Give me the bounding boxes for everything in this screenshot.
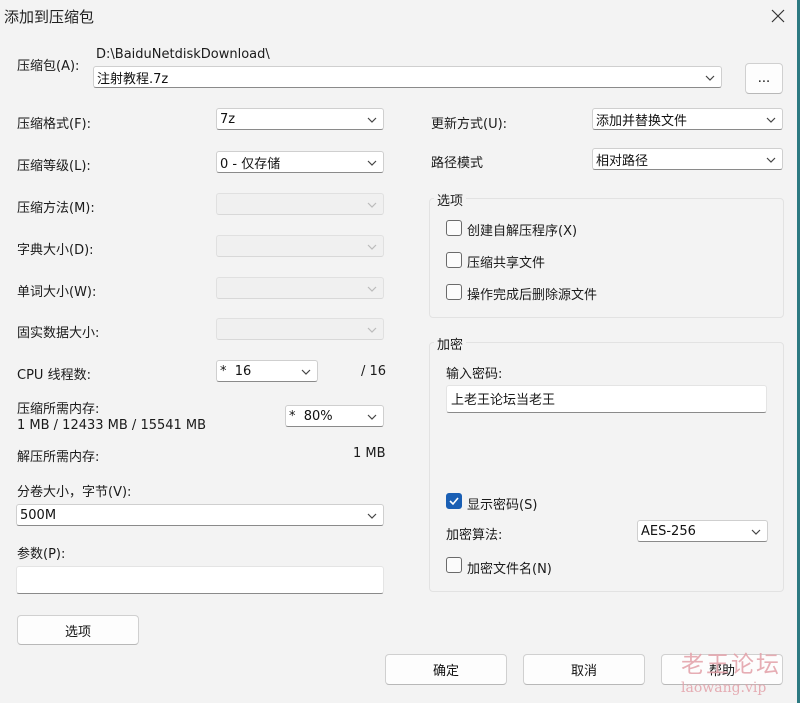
- chevron-down-icon: [766, 157, 776, 163]
- memory-detail: 1 MB / 12433 MB / 15541 MB: [17, 418, 207, 433]
- encryption-method-value: AES-256: [641, 523, 696, 539]
- watermark-url: laowang.vip: [681, 680, 767, 696]
- memory-combo[interactable]: * 80%: [285, 405, 384, 427]
- memory-label: 压缩所需内存:: [17, 402, 100, 417]
- level-label: 压缩等级(L):: [17, 159, 91, 174]
- chevron-down-icon: [367, 513, 377, 519]
- params-label: 参数(P):: [17, 547, 66, 562]
- volume-value: 500M: [20, 507, 57, 523]
- encryption-method-label: 加密算法:: [446, 528, 503, 543]
- path-mode-combo[interactable]: 相对路径: [592, 148, 783, 170]
- chevron-down-icon: [301, 369, 311, 375]
- options-group-title: 选项: [434, 190, 467, 209]
- chevron-down-icon: [367, 160, 377, 166]
- solid-combo: [216, 318, 384, 340]
- chevron-down-icon: [367, 117, 377, 123]
- volume-combo[interactable]: 500M: [16, 504, 384, 526]
- path-mode-value: 相对路径: [596, 153, 649, 169]
- shared-label[interactable]: 压缩共享文件: [467, 252, 545, 271]
- cpu-threads-combo[interactable]: * 16: [216, 360, 318, 382]
- options-button[interactable]: 选项: [17, 615, 139, 645]
- show-password-checkbox[interactable]: [446, 493, 462, 509]
- params-input[interactable]: [16, 566, 384, 594]
- cpu-threads-value: * 16: [220, 363, 252, 379]
- shared-checkbox[interactable]: [446, 252, 462, 268]
- cancel-button[interactable]: 取消: [523, 654, 645, 685]
- ok-button[interactable]: 确定: [385, 654, 507, 685]
- encryption-method-combo[interactable]: AES-256: [637, 520, 768, 542]
- chevron-down-icon: [367, 414, 377, 420]
- cpu-label: CPU 线程数:: [17, 368, 91, 383]
- close-icon: [771, 9, 785, 23]
- encrypt-names-label[interactable]: 加密文件名(N): [467, 558, 552, 577]
- encrypt-names-checkbox[interactable]: [446, 557, 462, 573]
- delete-source-label[interactable]: 操作完成后删除源文件: [467, 284, 597, 303]
- method-label: 压缩方法(M):: [17, 201, 95, 216]
- decompress-memory-label: 解压所需内存:: [17, 450, 100, 465]
- volume-label: 分卷大小，字节(V):: [17, 485, 132, 500]
- chevron-down-icon: [367, 286, 377, 292]
- update-mode-combo[interactable]: 添加并替换文件: [592, 108, 783, 130]
- format-value: 7z: [220, 111, 236, 127]
- format-label: 压缩格式(F):: [17, 117, 92, 132]
- checkmark-icon: [449, 497, 459, 506]
- chevron-down-icon: [751, 529, 761, 535]
- window-title: 添加到压缩包: [4, 8, 95, 26]
- word-combo: [216, 277, 384, 299]
- decompress-memory-value: 1 MB: [353, 446, 386, 461]
- show-password-label[interactable]: 显示密码(S): [467, 494, 537, 513]
- sfx-checkbox[interactable]: [446, 220, 462, 236]
- solid-label: 固实数据大小:: [17, 326, 100, 341]
- dict-label: 字典大小(D):: [17, 243, 94, 258]
- dict-combo: [216, 235, 384, 257]
- chevron-down-icon: [367, 202, 377, 208]
- word-label: 单词大小(W):: [17, 285, 97, 300]
- chevron-down-icon: [705, 75, 715, 81]
- encryption-group-title: 加密: [434, 334, 467, 353]
- update-mode-value: 添加并替换文件: [596, 113, 688, 129]
- sfx-label[interactable]: 创建自解压程序(X): [467, 220, 577, 239]
- archive-name-combo[interactable]: 注射教程.7z: [93, 66, 722, 88]
- chevron-down-icon: [367, 244, 377, 250]
- browse-button[interactable]: ...: [745, 63, 783, 94]
- level-combo[interactable]: 0 - 仅存储: [216, 151, 384, 173]
- method-combo: [216, 193, 384, 215]
- close-button[interactable]: [762, 2, 794, 30]
- path-mode-label: 路径模式: [431, 156, 484, 171]
- archive-label: 压缩包(A):: [17, 59, 80, 74]
- memory-value: * 80%: [289, 408, 333, 424]
- update-mode-label: 更新方式(U):: [431, 117, 508, 132]
- chevron-down-icon: [766, 117, 776, 123]
- chevron-down-icon: [367, 327, 377, 333]
- watermark-title: 老王论坛: [681, 652, 781, 678]
- archive-name-value: 注射教程.7z: [97, 71, 169, 87]
- delete-source-checkbox[interactable]: [446, 284, 462, 300]
- format-combo[interactable]: 7z: [216, 108, 384, 130]
- cpu-total: / 16: [361, 364, 387, 379]
- password-label: 输入密码:: [446, 367, 503, 382]
- password-input[interactable]: 上老王论坛当老王: [446, 385, 767, 413]
- archive-folder: D:\BaiduNetdiskDownload\: [96, 47, 270, 62]
- level-value: 0 - 仅存储: [220, 156, 281, 172]
